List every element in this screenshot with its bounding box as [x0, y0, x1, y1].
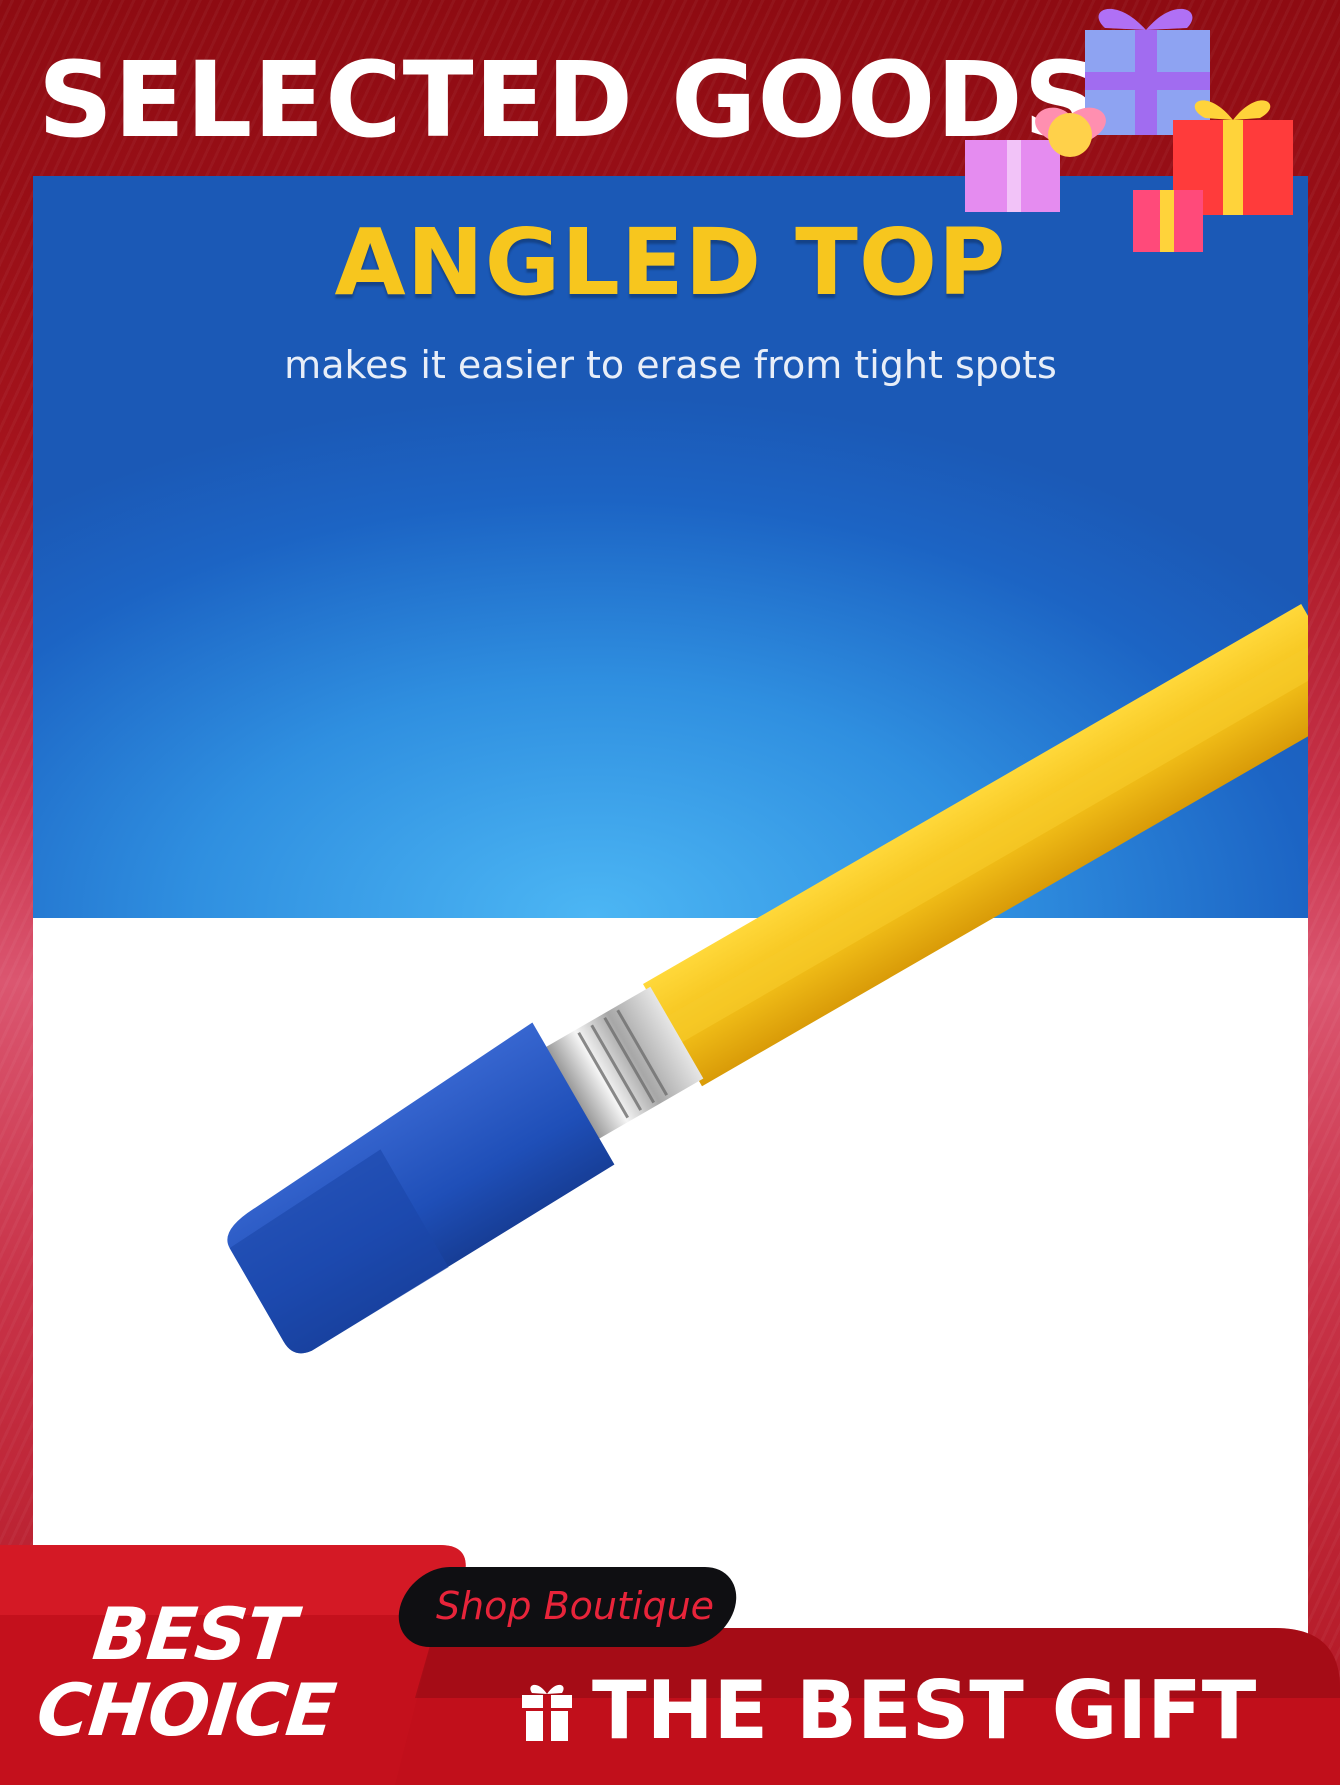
gift-boxes-icon [965, 8, 1293, 252]
product-image-panel: ANGLED TOP makes it easier to erase from… [33, 176, 1308, 1676]
shop-boutique-link[interactable]: Shop Boutique [425, 1581, 725, 1631]
pencil-eraser-illustration [227, 604, 1308, 1354]
gift-icon [522, 1684, 572, 1741]
choice-label: CHOICE [33, 1668, 339, 1752]
best-choice-label: BEST CHOICE [32, 1592, 348, 1752]
best-gift-banner: THE BEST GIFT [520, 1656, 1256, 1766]
page-title: SELECTED GOODS [38, 39, 1100, 161]
best-label: BEST [89, 1592, 299, 1676]
best-gift-label: THE BEST GIFT [592, 1664, 1257, 1757]
